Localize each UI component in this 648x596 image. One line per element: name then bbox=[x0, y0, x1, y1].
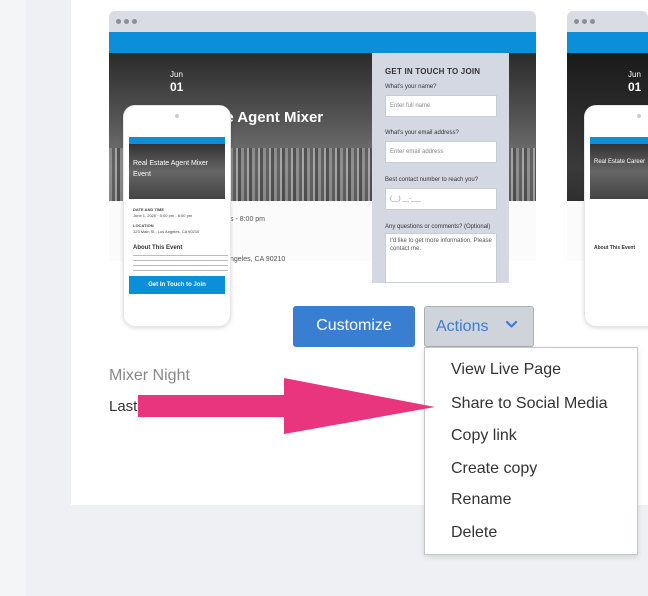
preview-date-day: 01 bbox=[628, 80, 642, 94]
left-gutter bbox=[0, 0, 26, 596]
phone-location-label: LOCATION bbox=[133, 223, 154, 228]
form-label: Any questions or comments? (Optional) bbox=[385, 224, 491, 230]
form-phone-field: (__) __-___ bbox=[385, 188, 497, 210]
form-email-field: Enter email address bbox=[385, 141, 497, 163]
mobile-preview: Real Estate Agent Mixer Event DATE AND T… bbox=[123, 105, 231, 327]
form-name-field: Enter full name bbox=[385, 95, 497, 117]
form-label: What's your name? bbox=[385, 84, 437, 90]
preview-time: s - 8:00 pm bbox=[230, 216, 266, 223]
customize-button[interactable]: Customize bbox=[293, 306, 415, 347]
window-dot-icon bbox=[590, 19, 595, 24]
form-label: What's your email address? bbox=[385, 130, 459, 136]
phone-date-value: June 1, 2020 · 5:00 pm - 8:00 pm bbox=[133, 213, 193, 218]
phone-title: Real Estate Career bbox=[594, 159, 646, 165]
template-subtitle: Last bbox=[109, 398, 138, 415]
preview-date-day: 01 bbox=[170, 80, 184, 94]
menu-item-create-copy[interactable]: Create copy bbox=[451, 460, 537, 478]
menu-item-rename[interactable]: Rename bbox=[451, 491, 511, 509]
mobile-preview-2: Real Estate Career About This Event bbox=[584, 105, 648, 327]
window-dot-icon bbox=[574, 19, 579, 24]
window-dot-icon bbox=[116, 19, 121, 24]
chevron-down-icon bbox=[505, 320, 518, 328]
form-label: Best contact number to reach you? bbox=[385, 177, 479, 183]
window-dot-icon bbox=[132, 19, 137, 24]
preview-header-bar bbox=[567, 32, 648, 53]
phone-about-heading: About This Event bbox=[133, 245, 183, 251]
actions-button[interactable]: Actions bbox=[424, 306, 534, 347]
actions-menu: View Live Page Share to Social Media Cop… bbox=[424, 347, 638, 555]
phone-title: Real Estate Agent Mixer Event bbox=[133, 160, 209, 179]
browser-chrome bbox=[567, 11, 648, 32]
phone-location-value: 123 Main St., Los Angeles, CA 90210 bbox=[133, 229, 200, 234]
window-dot-icon bbox=[582, 19, 587, 24]
menu-item-copy-link[interactable]: Copy link bbox=[451, 427, 517, 445]
phone-speaker bbox=[175, 114, 179, 118]
preview-date-month: Jun bbox=[628, 70, 641, 79]
window-dot-icon bbox=[124, 19, 129, 24]
phone-body-text bbox=[133, 255, 228, 275]
phone-date-label: DATE AND TIME bbox=[133, 207, 164, 212]
actions-button-label: Actions bbox=[436, 318, 489, 335]
form-title: GET IN TOUCH TO JOIN bbox=[385, 67, 481, 76]
phone-header-bar bbox=[590, 137, 648, 144]
menu-item-delete[interactable]: Delete bbox=[451, 524, 497, 542]
phone-speaker bbox=[637, 114, 641, 118]
preview-date-month: Jun bbox=[170, 70, 183, 79]
phone-hero-image bbox=[590, 144, 648, 199]
menu-item-view-live-page[interactable]: View Live Page bbox=[451, 361, 561, 379]
preview-contact-form: GET IN TOUCH TO JOIN What's your name? E… bbox=[372, 53, 509, 283]
menu-item-share-social[interactable]: Share to Social Media bbox=[451, 395, 608, 413]
preview-address: ngeles, CA 90210 bbox=[230, 256, 286, 263]
form-comments-field: I'd like to get more information. Please… bbox=[385, 233, 497, 283]
phone-header-bar bbox=[129, 137, 225, 144]
preview-header-bar bbox=[109, 32, 536, 53]
pink-arrow-icon bbox=[138, 378, 435, 434]
phone-about-heading: About This Event bbox=[594, 245, 636, 251]
phone-cta-button: Get In Touch to Join bbox=[129, 276, 225, 294]
browser-chrome bbox=[109, 11, 536, 32]
